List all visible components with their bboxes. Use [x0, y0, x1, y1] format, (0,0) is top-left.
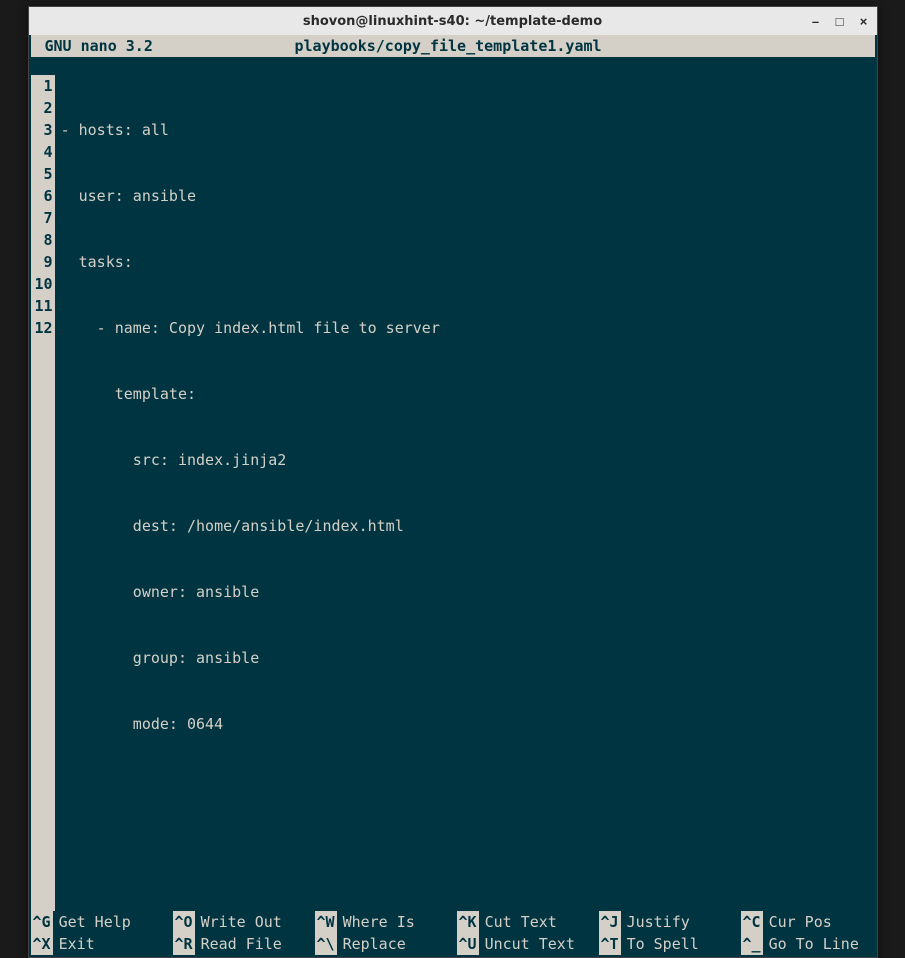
line-number-gutter: 1 2 3 4 5 6 7 8 9 10 11 12: [31, 75, 55, 911]
code-line: [61, 779, 440, 801]
shortcut-key: ^T: [599, 933, 621, 955]
shortcut-where-is[interactable]: ^WWhere Is: [315, 911, 449, 933]
code-line: group: ansible: [61, 647, 440, 669]
shortcut-go-to-line[interactable]: ^_Go To Line: [741, 933, 875, 955]
maximize-button[interactable]: □: [833, 14, 847, 28]
terminal-window: shovon@linuxhint-s40: ~/template-demo – …: [28, 6, 878, 958]
shortcut-label: Cut Text: [479, 911, 557, 933]
shortcut-to-spell[interactable]: ^TTo Spell: [599, 933, 733, 955]
window-title: shovon@linuxhint-s40: ~/template-demo: [303, 14, 602, 29]
shortcut-key: ^O: [173, 911, 195, 933]
shortcut-key: ^W: [315, 911, 337, 933]
window-controls: – □ ×: [809, 14, 871, 28]
code-line: owner: ansible: [61, 581, 440, 603]
shortcut-exit[interactable]: ^XExit: [31, 933, 165, 955]
line-number: 3: [35, 119, 53, 141]
shortcut-label: Where Is: [337, 911, 415, 933]
shortcut-replace[interactable]: ^\Replace: [315, 933, 449, 955]
shortcut-key: ^G: [31, 911, 53, 933]
code-line: src: index.jinja2: [61, 449, 440, 471]
line-number: 4: [35, 141, 53, 163]
code-line: - name: Copy index.html file to server: [61, 317, 440, 339]
shortcut-key: ^J: [599, 911, 621, 933]
code-line: template:: [61, 383, 440, 405]
shortcut-label: Write Out: [195, 911, 282, 933]
shortcut-key: ^R: [173, 933, 195, 955]
shortcut-label: Get Help: [53, 911, 131, 933]
close-button[interactable]: ×: [857, 14, 871, 28]
shortcut-get-help[interactable]: ^GGet Help: [31, 911, 165, 933]
line-number: 9: [35, 251, 53, 273]
editor-content[interactable]: - hosts: all user: ansible tasks: - name…: [55, 75, 440, 911]
line-number: 12: [35, 317, 53, 339]
shortcut-key: ^C: [741, 911, 763, 933]
shortcut-label: Justify: [621, 911, 690, 933]
shortcut-label: Go To Line: [763, 933, 859, 955]
line-number: 10: [35, 273, 53, 295]
nano-shortcuts: ^GGet Help ^OWrite Out ^WWhere Is ^KCut …: [29, 911, 877, 957]
line-number: 11: [35, 295, 53, 317]
window-titlebar: shovon@linuxhint-s40: ~/template-demo – …: [29, 7, 877, 35]
line-number: 7: [35, 207, 53, 229]
shortcut-cut-text[interactable]: ^KCut Text: [457, 911, 591, 933]
shortcut-key: ^_: [741, 933, 763, 955]
minimize-button[interactable]: –: [809, 14, 823, 28]
shortcut-key: ^\: [315, 933, 337, 955]
shortcut-cur-pos[interactable]: ^CCur Pos: [741, 911, 875, 933]
code-line: user: ansible: [61, 185, 440, 207]
code-line: dest: /home/ansible/index.html: [61, 515, 440, 537]
shortcut-label: Exit: [53, 933, 95, 955]
code-line: tasks:: [61, 251, 440, 273]
line-number: 6: [35, 185, 53, 207]
shortcut-label: Read File: [195, 933, 282, 955]
shortcut-label: Replace: [337, 933, 406, 955]
shortcut-uncut-text[interactable]: ^UUncut Text: [457, 933, 591, 955]
code-line: - hosts: all: [61, 119, 440, 141]
editor-area[interactable]: 1 2 3 4 5 6 7 8 9 10 11 12 - hosts: all …: [29, 57, 877, 911]
shortcut-key: ^X: [31, 933, 53, 955]
shortcut-label: Cur Pos: [763, 911, 832, 933]
nano-filename: playbooks/copy_file_template1.yaml: [295, 35, 871, 57]
line-number: 8: [35, 229, 53, 251]
shortcut-key: ^U: [457, 933, 479, 955]
shortcut-justify[interactable]: ^JJustify: [599, 911, 733, 933]
shortcut-label: Uncut Text: [479, 933, 575, 955]
line-number: 5: [35, 163, 53, 185]
shortcut-label: To Spell: [621, 933, 699, 955]
nano-app-name: GNU nano 3.2: [35, 35, 295, 57]
terminal-body: GNU nano 3.2 playbooks/copy_file_templat…: [29, 35, 877, 957]
code-line: mode: 0644: [61, 713, 440, 735]
shortcut-key: ^K: [457, 911, 479, 933]
line-number: 1: [35, 75, 53, 97]
nano-header: GNU nano 3.2 playbooks/copy_file_templat…: [31, 35, 875, 57]
shortcut-write-out[interactable]: ^OWrite Out: [173, 911, 307, 933]
line-number: 2: [35, 97, 53, 119]
code-line: [61, 845, 440, 867]
shortcut-read-file[interactable]: ^RRead File: [173, 933, 307, 955]
